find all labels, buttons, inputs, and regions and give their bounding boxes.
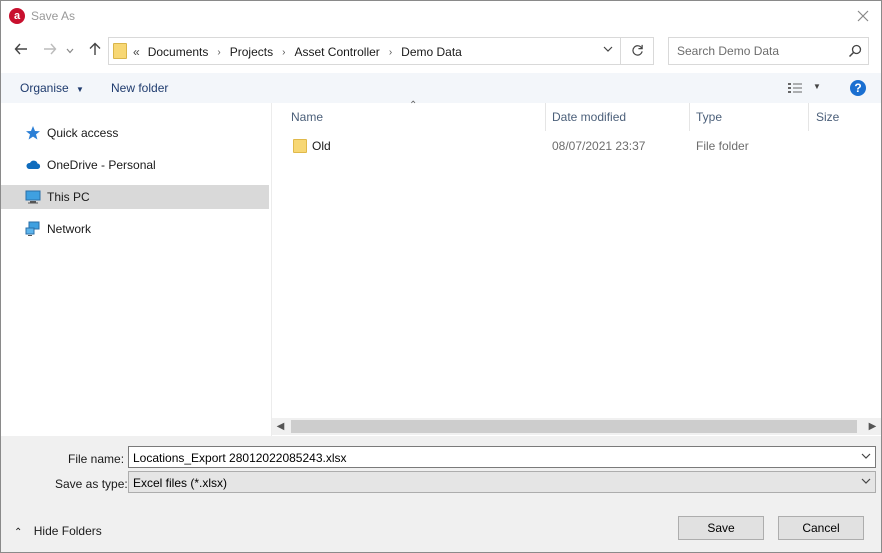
column-header-size[interactable]: Size [816,103,839,131]
chevron-right-icon[interactable]: › [389,47,392,58]
chevron-down-icon [603,46,613,52]
folder-icon [293,139,307,153]
up-button[interactable] [86,42,104,60]
window-title: Save As [31,9,76,23]
sidebar-item-onedrive[interactable]: OneDrive - Personal [1,153,269,177]
details-view-icon [788,83,802,93]
computer-icon [25,190,41,204]
recent-locations-button[interactable] [65,42,75,60]
column-divider[interactable] [545,103,546,131]
folder-icon [113,43,127,59]
hide-folders-toggle[interactable]: ⌃ Hide Folders [14,524,102,538]
save-button[interactable]: Save [678,516,764,540]
file-name-value[interactable]: Locations_Export 28012022085243.xlsx [133,451,347,465]
sidebar-item-network[interactable]: Network [1,217,269,241]
back-button[interactable] [12,42,30,60]
sort-ascending-icon: ⌃ [409,100,418,111]
save-type-select[interactable]: Excel files (*.xlsx) [128,471,876,493]
refresh-icon [631,44,643,56]
forward-button[interactable] [41,42,59,60]
chevron-down-icon [66,48,74,54]
save-options-panel: File name: Locations_Export 280120220852… [1,436,881,552]
column-header-type[interactable]: Type [696,103,722,131]
breadcrumb-projects[interactable]: Projects [230,45,273,59]
navigation-pane: Quick access OneDrive - Personal This PC… [1,103,272,436]
close-icon [857,10,869,22]
file-date-modified: 08/07/2021 23:37 [552,139,646,153]
file-list: ⌃ Name Date modified Type Size Old 08/07… [272,100,881,419]
dropdown-caret-icon: ▼ [76,85,84,94]
file-type: File folder [696,139,749,153]
column-header-date-modified[interactable]: Date modified [552,103,626,131]
breadcrumb-demo-data[interactable]: Demo Data [401,45,462,59]
close-button[interactable] [851,5,875,27]
file-name-label: File name: [68,452,125,466]
save-as-dialog: a Save As « Documents › Projects › Asset… [0,0,882,553]
app-logo-icon: a [9,8,25,24]
chevron-up-icon: ⌃ [14,527,23,538]
cancel-button[interactable]: Cancel [778,516,864,540]
sidebar-item-label: This PC [47,190,90,204]
sidebar-item-label: OneDrive - Personal [47,158,156,172]
sidebar-item-label: Quick access [47,126,119,140]
search-input[interactable] [669,38,847,64]
scroll-right-button[interactable]: ▶ [864,418,881,435]
address-bar[interactable]: « Documents › Projects › Asset Controlle… [108,37,654,65]
organise-menu[interactable]: Organise ▼ [20,81,84,95]
refresh-button[interactable] [620,38,653,64]
star-icon [26,126,40,140]
dropdown-caret-icon: ▼ [813,82,821,91]
file-row[interactable]: Old 08/07/2021 23:37 File folder [272,135,881,157]
network-icon [25,221,40,236]
chevron-down-icon [861,478,871,484]
column-header-name[interactable]: Name [291,103,323,131]
breadcrumb: « Documents › Projects › Asset Controlle… [133,45,462,59]
sidebar-item-this-pc[interactable]: This PC [1,185,269,209]
address-history-dropdown[interactable] [601,44,615,58]
search-box[interactable] [668,37,869,65]
file-name: Old [312,139,331,153]
chevron-down-icon[interactable] [861,451,871,461]
arrow-up-icon [89,42,101,55]
column-divider[interactable] [808,103,809,131]
cloud-icon [26,160,41,169]
hide-folders-label: Hide Folders [33,524,102,538]
scrollbar-thumb[interactable] [291,420,857,433]
sidebar-item-label: Network [47,222,92,236]
search-icon [848,44,862,58]
horizontal-scrollbar[interactable]: ◀ ▶ [272,418,881,435]
organise-label: Organise [20,81,69,95]
help-button[interactable]: ? [850,80,866,96]
breadcrumb-asset-controller[interactable]: Asset Controller [294,45,379,59]
chevron-right-icon[interactable]: › [217,47,220,58]
chevron-right-icon[interactable]: › [282,47,285,58]
command-bar: Organise ▼ New folder ▼ ? [1,73,881,103]
breadcrumb-overflow[interactable]: « [133,45,140,59]
arrow-left-icon [14,43,27,55]
new-folder-button[interactable]: New folder [111,81,168,95]
navigation-bar: « Documents › Projects › Asset Controlle… [1,33,881,71]
column-divider[interactable] [689,103,690,131]
save-type-value: Excel files (*.xlsx) [133,476,228,490]
change-view-button[interactable]: ▼ [787,81,827,97]
scroll-left-button[interactable]: ◀ [272,418,289,435]
save-type-label: Save as type: [55,477,128,491]
sidebar-item-quick-access[interactable]: Quick access [1,121,269,145]
breadcrumb-documents[interactable]: Documents [148,45,209,59]
file-name-field[interactable]: Locations_Export 28012022085243.xlsx [128,446,876,468]
title-bar: a Save As [1,1,881,32]
arrow-right-icon [44,43,57,55]
